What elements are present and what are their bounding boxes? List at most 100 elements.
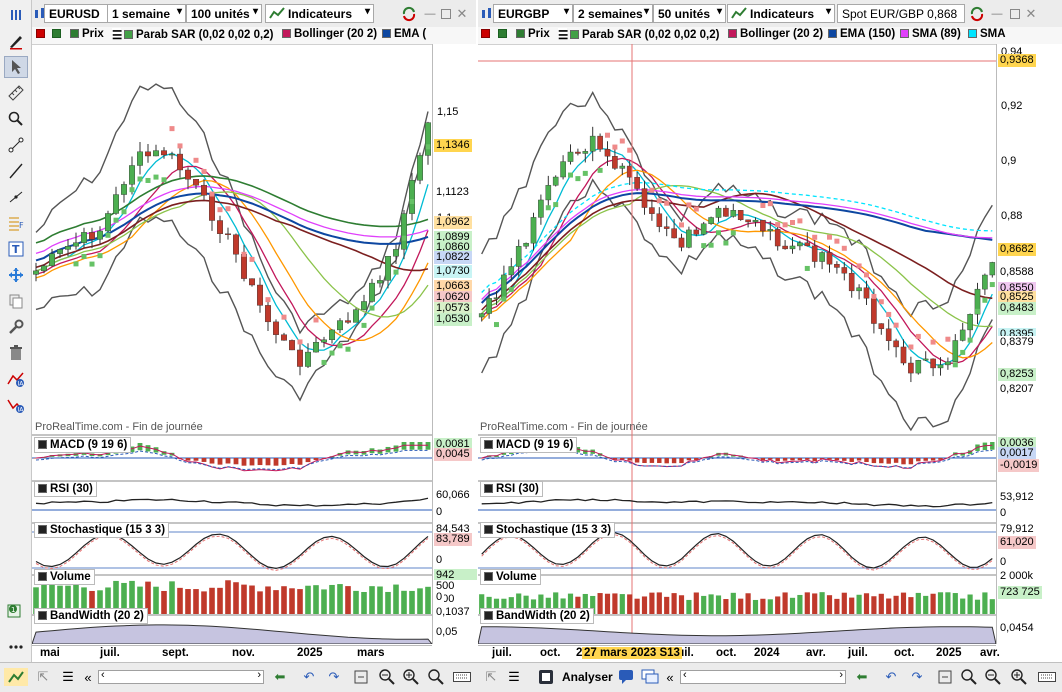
price-axis[interactable]: 0,94 0,92 0,9 0,88 0,9368 0,8682 0,8588 0,8550 0…: [996, 44, 1062, 644]
indicator-ia-2-icon[interactable]: IA: [4, 394, 28, 416]
volume-panel-title[interactable]: Volume: [34, 569, 95, 585]
copy-icon[interactable]: [4, 290, 28, 312]
chart-canvas[interactable]: [32, 44, 432, 644]
redo-icon[interactable]: ↷: [908, 668, 926, 686]
volume-bar: [169, 581, 175, 614]
units-select[interactable]: 50 unités ▾: [653, 4, 726, 23]
trash-icon[interactable]: [4, 342, 28, 364]
pointer-icon[interactable]: ⇱: [34, 668, 52, 686]
legend-bollinger[interactable]: Bollinger (20 2): [282, 28, 377, 40]
indicators-button[interactable]: Indicateurs ▾: [727, 4, 835, 23]
fit-icon[interactable]: [936, 668, 954, 686]
sar-dot: [329, 350, 335, 356]
screens-icon[interactable]: [640, 668, 660, 686]
menu-icon[interactable]: ☰: [506, 668, 522, 686]
legend-price[interactable]: Prix: [70, 28, 104, 40]
indicators-button[interactable]: Indicateurs ▾: [265, 4, 374, 23]
undo-icon[interactable]: ↶: [882, 668, 900, 686]
analyser-icon[interactable]: [536, 668, 556, 686]
pencil-icon[interactable]: [4, 30, 28, 52]
zoom-in-icon[interactable]: [1010, 668, 1028, 686]
chevron-down-icon: ▾: [176, 6, 182, 17]
fibonacci-icon[interactable]: F: [4, 212, 28, 234]
right-scrollbar[interactable]: ‹ ›: [680, 669, 846, 684]
legend-bollinger[interactable]: Bollinger (20 2): [728, 28, 823, 40]
left-scrollbar[interactable]: ‹ ›: [98, 669, 264, 684]
macd-panel-title[interactable]: MACD (9 19 6): [34, 437, 132, 453]
stochastic-panel-title[interactable]: Stochastique (15 3 3): [480, 522, 616, 538]
trendline-icon[interactable]: [4, 186, 28, 208]
line-icon[interactable]: [4, 160, 28, 182]
close-icon[interactable]: ✕: [453, 5, 471, 23]
period-select[interactable]: 2 semaines ▾: [573, 4, 653, 23]
undo-icon[interactable]: ↶: [300, 668, 318, 686]
chat-icon[interactable]: [616, 668, 636, 686]
legend-ema[interactable]: EMA (150): [828, 28, 895, 40]
indicator-ia-icon[interactable]: IA: [4, 368, 28, 390]
pointer-icon[interactable]: ⇱: [482, 668, 500, 686]
indicator-swatch: [38, 611, 47, 620]
volume-panel-title[interactable]: Volume: [480, 569, 541, 585]
close-icon[interactable]: ✕: [1022, 5, 1040, 23]
bandwidth-panel-title[interactable]: BandWidth (20 2): [34, 608, 148, 624]
macd-panel-title[interactable]: MACD (9 19 6): [480, 437, 578, 453]
zoom-in-icon[interactable]: [402, 668, 420, 686]
analyser-button[interactable]: Analyser: [562, 670, 613, 684]
units-select[interactable]: 100 unités ▾: [186, 4, 262, 23]
candle-body: [89, 232, 96, 240]
rsi-panel-title[interactable]: RSI (30): [34, 481, 97, 497]
menu-icon[interactable]: ☰: [60, 668, 76, 686]
stochastic-panel-title[interactable]: Stochastique (15 3 3): [34, 522, 170, 538]
zoom-icon[interactable]: [4, 108, 28, 130]
redo-icon[interactable]: ↷: [325, 668, 343, 686]
rewind-icon[interactable]: «: [662, 668, 678, 686]
symbol-select[interactable]: EURGBP ▾: [493, 4, 573, 23]
chart-canvas[interactable]: [478, 44, 996, 644]
layers-icon[interactable]: 1: [4, 600, 28, 622]
keyboard-icon[interactable]: [1036, 668, 1058, 686]
time-axis[interactable]: mai juil. sept. nov. 2025 mars: [32, 645, 432, 662]
minimize-icon[interactable]: —: [988, 5, 1006, 23]
refresh-icon[interactable]: [968, 5, 986, 23]
candle-body: [878, 323, 885, 329]
legend-sma89[interactable]: SMA (89): [900, 28, 961, 40]
period-select[interactable]: 1 semaine ▾: [107, 4, 186, 23]
legend-add-icon[interactable]: [52, 28, 64, 40]
zoom-out-icon[interactable]: [378, 668, 396, 686]
draw-icon[interactable]: [4, 668, 28, 686]
arrow-left-icon[interactable]: ⬅: [852, 668, 872, 686]
price-axis[interactable]: 1,151,11,051,13461,11231,09621,08991,086…: [432, 44, 477, 644]
legend-sma[interactable]: SMA: [968, 28, 1006, 40]
svg-text:F: F: [19, 221, 24, 230]
fit-icon[interactable]: [352, 668, 370, 686]
move-icon[interactable]: [4, 264, 28, 286]
properties-icon[interactable]: [4, 316, 28, 338]
rewind-icon[interactable]: «: [80, 668, 96, 686]
ruler-icon[interactable]: [4, 82, 28, 104]
legend-add-icon[interactable]: [498, 28, 510, 40]
legend-ema[interactable]: EMA (: [382, 28, 426, 40]
legend-close-icon[interactable]: [36, 28, 48, 40]
pointer-icon[interactable]: [4, 56, 28, 78]
refresh-icon[interactable]: [400, 5, 418, 23]
volume-bar: [612, 593, 618, 614]
price-tick-label: 0,9: [1001, 155, 1017, 167]
keyboard-icon[interactable]: [452, 668, 472, 686]
legend-sar[interactable]: ☰ Parab SAR (0,02 0,02 0,2): [112, 28, 273, 42]
legend-close-icon[interactable]: [481, 28, 493, 40]
stoch-k-line: [35, 533, 429, 570]
time-axis[interactable]: juil. oct. 2 juil. oct. 2024 avr. juil. oct. 2025…: [478, 645, 1000, 662]
rsi-panel-title-label: RSI (30): [496, 483, 539, 495]
more-icon[interactable]: [4, 636, 28, 658]
segment-icon[interactable]: [4, 134, 28, 156]
bandwidth-panel-title[interactable]: BandWidth (20 2): [480, 608, 594, 624]
grip-icon[interactable]: [4, 4, 28, 26]
zoom-icon[interactable]: [428, 668, 444, 686]
zoom-out-icon[interactable]: [984, 668, 1002, 686]
arrow-left-icon[interactable]: ⬅: [270, 668, 290, 686]
zoom-reset-icon[interactable]: [960, 668, 978, 686]
legend-sar[interactable]: ☰ Parab SAR (0,02 0,02 0,2): [558, 28, 719, 42]
text-icon[interactable]: T: [4, 238, 28, 260]
rsi-panel-title[interactable]: RSI (30): [480, 481, 543, 497]
legend-price[interactable]: Prix: [516, 28, 550, 40]
